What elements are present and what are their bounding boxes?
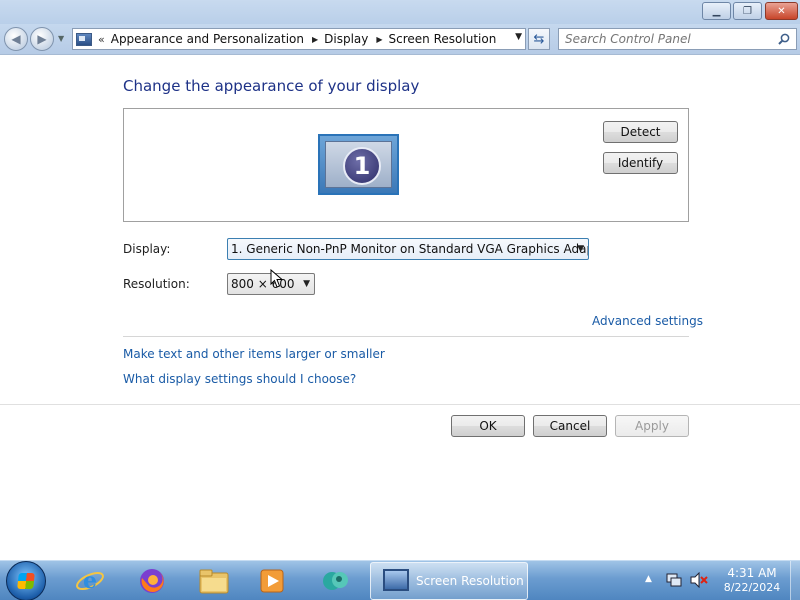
control-panel-icon [76,32,92,46]
cancel-button[interactable]: Cancel [533,415,607,437]
volume-muted-icon[interactable] [690,572,708,588]
page-title: Change the appearance of your display [123,77,420,95]
resolution-label: Resolution: [123,277,190,291]
display-settings-help-link[interactable]: What display settings should I choose? [123,372,356,386]
breadcrumb-screen-resolution[interactable]: Screen Resolution [389,32,497,46]
messenger-icon [323,572,348,590]
apply-button[interactable]: Apply [615,415,689,437]
close-button[interactable]: ✕ [765,2,798,20]
divider [123,336,689,337]
taskbar-screen-resolution[interactable]: Screen Resolution [370,562,528,600]
taskbar-file-explorer[interactable] [186,563,242,599]
breadcrumb-separator-icon[interactable]: ▶ [312,35,318,44]
taskbar-firefox[interactable] [124,563,180,599]
taskbar-messenger[interactable] [308,563,364,599]
monitor-1-icon[interactable]: 1 [318,134,399,195]
breadcrumb-display[interactable]: Display [324,32,368,46]
back-arrow-icon: ◀ [11,32,21,46]
minimize-icon: ▁ [712,5,721,17]
monitor-number: 1 [343,147,381,185]
recent-pages-dropdown-icon[interactable]: ▼ [58,34,64,43]
internet-explorer-icon: e [76,568,104,594]
breadcrumb-appearance[interactable]: Appearance and Personalization [111,32,304,46]
network-icon[interactable] [666,572,682,588]
system-clock[interactable]: 4:31 AM 8/22/2024 [716,566,788,596]
breadcrumb-separator-icon[interactable]: ▶ [376,35,382,44]
search-input[interactable] [559,29,771,49]
clock-time: 4:31 AM [727,566,777,580]
mouse-cursor-icon [270,269,284,288]
display-label: Display: [123,242,171,256]
text-size-link[interactable]: Make text and other items larger or smal… [123,347,385,361]
advanced-settings-link[interactable]: Advanced settings [592,314,703,328]
address-bar[interactable]: « Appearance and Personalization ▶ Displ… [72,28,526,50]
chevron-down-icon: ▼ [303,279,310,289]
refresh-button[interactable]: ⇆ [528,28,550,50]
taskbar-media-player[interactable] [244,563,300,599]
taskbar-internet-explorer[interactable]: e [62,563,118,599]
file-explorer-icon [199,569,229,594]
restore-icon: ❐ [743,5,752,17]
back-button[interactable]: ◀ [4,27,28,51]
title-bar: ▁ ❐ ✕ [0,0,800,24]
address-dropdown-icon[interactable]: ▼ [515,32,522,42]
show-desktop-button[interactable] [790,561,800,600]
media-player-icon [260,569,284,593]
svg-text:e: e [83,568,97,594]
navigation-bar: ◀ ▶ ▼ « Appearance and Personalization ▶… [0,24,800,55]
show-hidden-icons-icon[interactable]: ▲ [645,574,652,584]
ok-button[interactable]: OK [451,415,525,437]
search-box[interactable] [558,28,797,50]
taskbar: e Screen Resolution ▲ 4:31 AM 8/22/2024 [0,560,800,600]
firefox-icon [140,569,164,593]
breadcrumb-overflow[interactable]: « [98,33,105,46]
monitor-screen: 1 [325,141,392,188]
display-settings-icon [383,569,409,591]
forward-button[interactable]: ▶ [30,27,54,51]
search-icon[interactable] [778,33,790,45]
detect-button[interactable]: Detect [603,121,678,143]
display-select-value: 1. Generic Non-PnP Monitor on Standard V… [231,242,589,256]
restore-button[interactable]: ❐ [733,2,762,20]
refresh-icon: ⇆ [533,31,545,47]
resolution-select-value: 800 × 600 [231,277,295,291]
minimize-button[interactable]: ▁ [702,2,731,20]
identify-button[interactable]: Identify [603,152,678,174]
display-select[interactable]: 1. Generic Non-PnP Monitor on Standard V… [227,238,589,260]
taskbar-window-label: Screen Resolution [416,574,524,588]
monitor-preview-panel: 1 Detect Identify [123,108,689,222]
chevron-down-icon: ▼ [577,244,584,254]
forward-arrow-icon: ▶ [37,32,47,46]
divider [0,404,800,405]
close-icon: ✕ [777,5,786,17]
start-orb-icon[interactable] [6,561,46,600]
content-area: Change the appearance of your display 1 … [0,55,800,560]
clock-date: 8/22/2024 [723,581,781,594]
